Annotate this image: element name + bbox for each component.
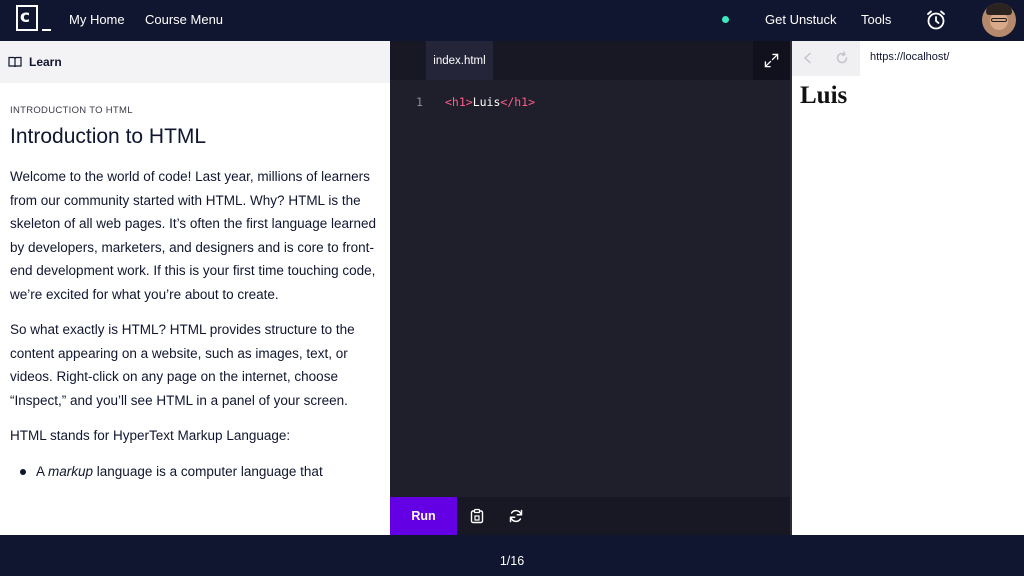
avatar[interactable] (982, 3, 1016, 37)
top-nav: c My Home Course Menu Get Unstuck Tools (0, 0, 1024, 41)
list-item: A markup language is a computer language… (10, 460, 380, 483)
bullet-dot (20, 468, 26, 475)
rendered-heading: Luis (800, 82, 848, 109)
avatar-hair (986, 3, 1012, 15)
back-arrow-icon[interactable] (802, 52, 814, 64)
book-icon (8, 56, 22, 68)
bullet-text-pre: A (36, 463, 49, 479)
breadcrumb: INTRODUCTION TO HTML (10, 105, 133, 116)
page-counter: 1/16 (499, 554, 525, 568)
url-field[interactable]: https://localhost/ (870, 51, 950, 63)
run-button[interactable]: Run (390, 497, 457, 535)
nav-course-menu[interactable]: Course Menu (145, 12, 223, 27)
logo-c: c (20, 7, 31, 27)
browser-preview: https://localhost/ Luis (790, 41, 1024, 535)
paragraph-what-is-html: So what exactly is HTML? HTML provides s… (10, 322, 355, 408)
codecademy-logo[interactable]: c (16, 5, 51, 35)
code-text: Luis (472, 95, 501, 109)
browser-content: Luis (792, 76, 1024, 116)
code-editor: index.html 1 <h1>Luis</h1> Run (390, 41, 790, 535)
code-line[interactable]: <h1>Luis</h1> (445, 95, 535, 109)
paragraph-intro: Welcome to the world of code! Last year,… (10, 169, 376, 302)
code-open-tag: <h1> (445, 95, 473, 109)
tab-index-html[interactable]: index.html (426, 41, 493, 80)
learn-header[interactable]: Learn (0, 41, 390, 83)
paragraph-stands-for: HTML stands for HyperText Markup Languag… (10, 428, 291, 443)
learn-body: INTRODUCTION TO HTML Introduction to HTM… (0, 83, 390, 483)
code-close-tag: </h1> (500, 95, 536, 109)
learn-panel: Learn INTRODUCTION TO HTML Introduction … (0, 41, 390, 535)
avatar-glasses (991, 18, 1007, 22)
refresh-icon[interactable] (508, 508, 524, 524)
expand-icon (764, 53, 779, 68)
browser-bar: https://localhost/ (792, 41, 1024, 76)
nav-my-home[interactable]: My Home (69, 12, 125, 27)
alarm-clock-icon[interactable] (925, 9, 947, 31)
expand-button[interactable] (753, 41, 790, 80)
bullet-text-post: language is a computer language that (93, 463, 323, 479)
run-bar: Run (390, 497, 790, 535)
code-area[interactable]: 1 <h1>Luis</h1> (390, 80, 790, 485)
clipboard-icon[interactable] (469, 508, 485, 524)
bottom-bar: 1/16 (0, 535, 1024, 576)
editor-tabbar: index.html (390, 41, 790, 80)
status-dot (722, 16, 729, 23)
reload-icon[interactable] (835, 51, 849, 65)
nav-get-unstuck[interactable]: Get Unstuck (765, 12, 837, 27)
browser-nav (792, 41, 860, 76)
page-title: Introduction to HTML (10, 125, 207, 148)
learn-label: Learn (29, 55, 62, 69)
line-number: 1 (416, 95, 423, 109)
nav-tools[interactable]: Tools (861, 12, 891, 27)
logo-underscore (42, 29, 51, 31)
bullet-text-em: markup (48, 463, 94, 479)
